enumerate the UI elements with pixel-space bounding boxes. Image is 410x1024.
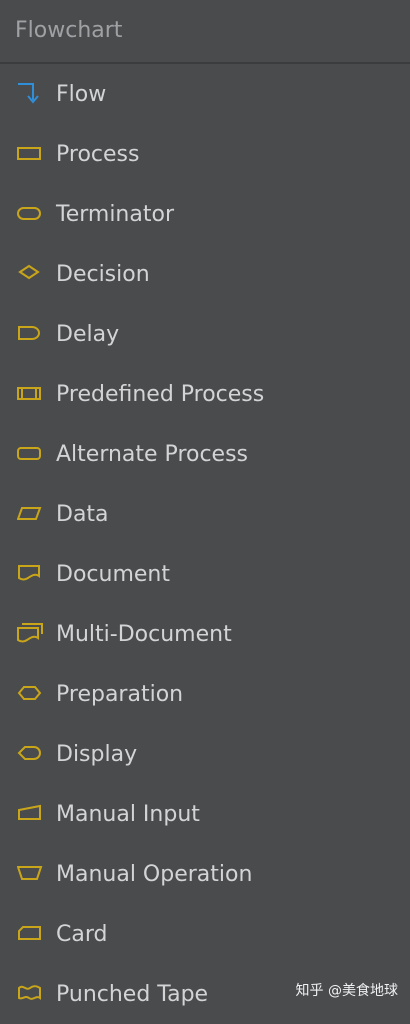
shape-item-decision[interactable]: Decision	[0, 244, 410, 304]
shape-item-label: Preparation	[56, 681, 184, 707]
display-icon	[17, 741, 43, 767]
document-icon	[17, 561, 43, 587]
process-rectangle-icon	[17, 141, 43, 167]
shape-item-preparation[interactable]: Preparation	[0, 664, 410, 724]
shape-item-label: Flow	[56, 81, 107, 107]
manual-input-icon	[17, 801, 43, 827]
shape-item-label: Decision	[56, 261, 150, 287]
shape-item-predefined-process[interactable]: Predefined Process	[0, 364, 410, 424]
shape-item-label: Process	[56, 141, 140, 167]
delay-icon	[17, 321, 43, 347]
shape-item-process[interactable]: Process	[0, 124, 410, 184]
manual-operation-icon	[17, 861, 43, 887]
punched-tape-icon	[17, 981, 43, 1007]
predefined-process-icon	[17, 381, 43, 407]
preparation-hexagon-icon	[17, 681, 43, 707]
shape-item-label: Multi-Document	[56, 621, 232, 647]
shape-item-label: Manual Operation	[56, 861, 253, 887]
shape-item-label: Alternate Process	[56, 441, 249, 467]
shape-item-data[interactable]: Data	[0, 484, 410, 544]
shape-item-card[interactable]: Card	[0, 904, 410, 964]
shape-item-multi-document[interactable]: Multi-Document	[0, 604, 410, 664]
shape-item-flow[interactable]: Flow	[0, 64, 410, 124]
shape-item-terminator[interactable]: Terminator	[0, 184, 410, 244]
data-parallelogram-icon	[17, 501, 43, 527]
terminator-icon	[17, 201, 43, 227]
shape-list: Flow Process Terminator Decision Delay P…	[0, 64, 410, 1024]
shape-item-label: Document	[56, 561, 170, 587]
decision-diamond-icon	[17, 261, 43, 287]
panel-title: Flowchart	[15, 17, 123, 43]
watermark-text: 知乎 @美食地球	[295, 983, 398, 999]
shape-item-label: Data	[56, 501, 109, 527]
shape-item-label: Manual Input	[56, 801, 200, 827]
card-icon	[17, 921, 43, 947]
shape-item-display[interactable]: Display	[0, 724, 410, 784]
shape-item-label: Terminator	[56, 201, 174, 227]
multi-document-icon	[17, 621, 43, 647]
shape-item-label: Punched Tape	[56, 981, 209, 1007]
shape-item-label: Display	[56, 741, 138, 767]
shape-item-alternate-process[interactable]: Alternate Process	[0, 424, 410, 484]
alternate-process-icon	[17, 441, 43, 467]
shape-item-label: Predefined Process	[56, 381, 265, 407]
shape-item-label: Delay	[56, 321, 120, 347]
shape-item-label: Card	[56, 921, 108, 947]
flow-arrow-icon	[17, 81, 43, 107]
shape-item-delay[interactable]: Delay	[0, 304, 410, 364]
panel-header: Flowchart	[0, 0, 410, 64]
shape-item-manual-input[interactable]: Manual Input	[0, 784, 410, 844]
shape-item-document[interactable]: Document	[0, 544, 410, 604]
shape-item-manual-operation[interactable]: Manual Operation	[0, 844, 410, 904]
